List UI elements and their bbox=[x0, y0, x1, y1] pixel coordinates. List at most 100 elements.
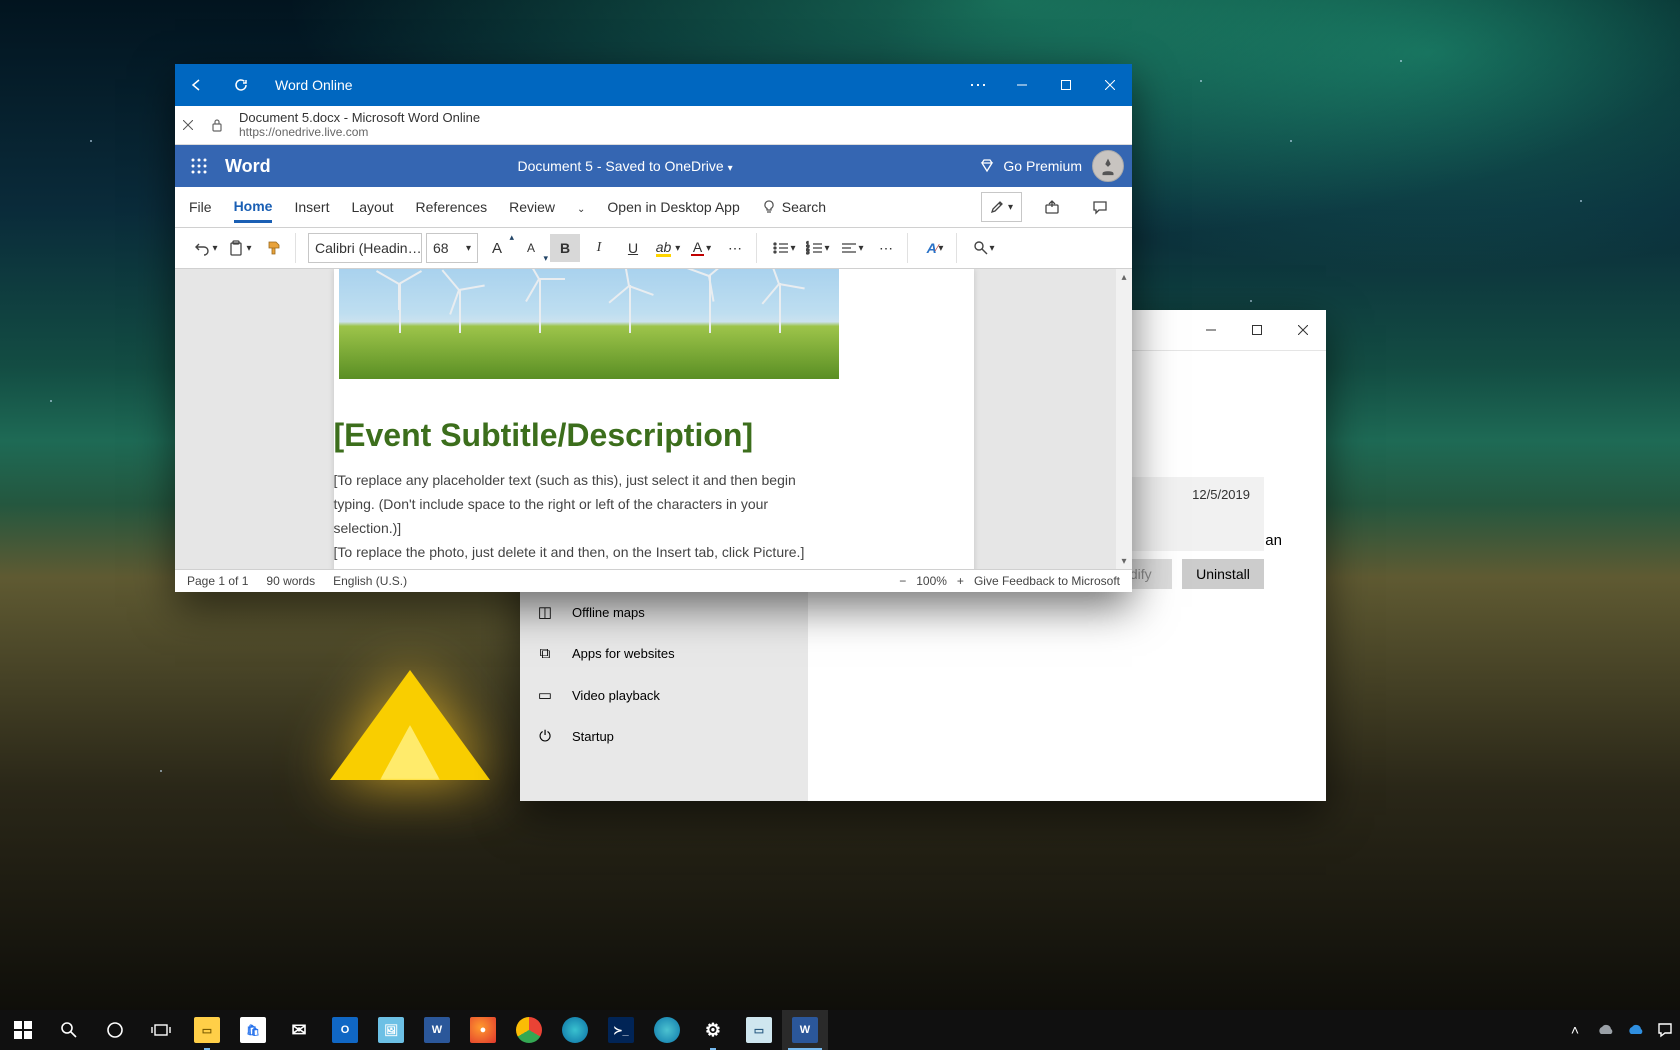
apps-websites-icon: ⧉ bbox=[536, 645, 554, 662]
nav-video-playback[interactable]: ▭ Video playback bbox=[520, 674, 808, 716]
word-count[interactable]: 90 words bbox=[266, 574, 315, 588]
page-indicator[interactable]: Page 1 of 1 bbox=[187, 574, 248, 588]
cortana-icon bbox=[106, 1021, 124, 1039]
vertical-scrollbar[interactable]: ▴ ▾ bbox=[1116, 269, 1132, 569]
feedback-link[interactable]: Give Feedback to Microsoft bbox=[974, 574, 1120, 588]
find-button[interactable]: ▾ bbox=[969, 234, 999, 262]
more-button[interactable]: ⋯ bbox=[956, 64, 1000, 106]
paste-button[interactable]: ▾ bbox=[225, 234, 255, 262]
go-premium-button[interactable]: Go Premium bbox=[979, 158, 1082, 174]
tab-close-icon[interactable] bbox=[183, 120, 203, 130]
font-size-dropdown[interactable]: 68▾ bbox=[426, 233, 478, 263]
scroll-down-icon[interactable]: ▾ bbox=[1116, 553, 1132, 569]
zoom-in-button[interactable]: + bbox=[957, 574, 964, 588]
nav-apps-websites[interactable]: ⧉ Apps for websites bbox=[520, 633, 808, 674]
bullets-button[interactable]: ▾ bbox=[769, 234, 799, 262]
hero-image[interactable] bbox=[339, 269, 839, 379]
uninstall-button[interactable]: Uninstall bbox=[1182, 559, 1264, 589]
maximize-button[interactable] bbox=[1044, 64, 1088, 106]
italic-button[interactable]: I bbox=[584, 234, 614, 262]
tab-insert[interactable]: Insert bbox=[294, 193, 329, 221]
doc-paragraph[interactable]: [To replace the photo, just delete it an… bbox=[334, 540, 824, 564]
taskbar-notepad[interactable]: ▭ bbox=[736, 1010, 782, 1050]
settings-maximize-button[interactable] bbox=[1234, 310, 1280, 350]
highlight-color-button[interactable]: ab▾ bbox=[652, 234, 682, 262]
lightbulb-icon bbox=[762, 200, 776, 214]
settings-close-button[interactable] bbox=[1280, 310, 1326, 350]
document-name[interactable]: Document 5 - Saved to OneDrive ▾ bbox=[281, 158, 970, 174]
shrink-font-button[interactable]: A▾ bbox=[516, 234, 546, 262]
language-indicator[interactable]: English (U.S.) bbox=[333, 574, 407, 588]
taskbar-settings[interactable]: ⚙ bbox=[690, 1010, 736, 1050]
cortana-button[interactable] bbox=[92, 1010, 138, 1050]
tray-overflow-icon[interactable]: ˄ bbox=[1560, 1010, 1590, 1050]
video-icon: ▭ bbox=[536, 686, 554, 704]
taskbar-terminal[interactable]: ≻_ bbox=[598, 1010, 644, 1050]
undo-button[interactable]: ▾ bbox=[191, 234, 221, 262]
tell-me-search[interactable]: Search bbox=[762, 193, 826, 221]
nav-offline-maps[interactable]: ◫ Offline maps bbox=[520, 591, 808, 633]
align-left-icon bbox=[840, 240, 858, 256]
taskbar-outlook[interactable]: O bbox=[322, 1010, 368, 1050]
document-canvas[interactable]: [Event Subtitle/Description] [To replace… bbox=[175, 269, 1132, 569]
zoom-level[interactable]: 100% bbox=[916, 574, 947, 588]
taskbar-edge-beta[interactable] bbox=[552, 1010, 598, 1050]
styles-button[interactable]: A⁄▾ bbox=[920, 234, 950, 262]
pencil-icon bbox=[990, 200, 1004, 214]
taskbar-edge-canary[interactable] bbox=[644, 1010, 690, 1050]
taskbar-store[interactable]: 🛍 bbox=[230, 1010, 276, 1050]
taskbar-mail[interactable]: ✉ bbox=[276, 1010, 322, 1050]
align-button[interactable]: ▾ bbox=[837, 234, 867, 262]
font-more-button[interactable]: ⋯ bbox=[720, 234, 750, 262]
ribbon-tabs: File Home Insert Layout References Revie… bbox=[175, 187, 1132, 228]
taskbar-firefox[interactable]: ● bbox=[460, 1010, 506, 1050]
doc-heading[interactable]: [Event Subtitle/Description] bbox=[334, 417, 914, 454]
tab-layout[interactable]: Layout bbox=[351, 193, 393, 221]
tab-references[interactable]: References bbox=[416, 193, 488, 221]
bold-button[interactable]: B bbox=[550, 234, 580, 262]
doc-paragraph[interactable]: [Need to add text? Get any text formatti… bbox=[334, 564, 824, 569]
editing-mode-button[interactable]: ▾ bbox=[981, 192, 1022, 222]
font-name-dropdown[interactable]: Calibri (Headin…▾ bbox=[308, 233, 422, 263]
doc-paragraph[interactable]: [To replace any placeholder text (such a… bbox=[334, 468, 824, 540]
zoom-out-button[interactable]: − bbox=[899, 574, 906, 588]
tab-file[interactable]: File bbox=[189, 193, 212, 221]
search-button[interactable] bbox=[46, 1010, 92, 1050]
numbering-button[interactable]: 123▾ bbox=[803, 234, 833, 262]
start-button[interactable] bbox=[0, 1010, 46, 1050]
scroll-up-icon[interactable]: ▴ bbox=[1116, 269, 1132, 285]
refresh-button[interactable] bbox=[219, 64, 263, 106]
tab-overflow[interactable]: ⌄ bbox=[577, 193, 585, 221]
tray-action-center-icon[interactable] bbox=[1650, 1010, 1680, 1050]
document-page[interactable]: [Event Subtitle/Description] [To replace… bbox=[334, 269, 974, 569]
taskbar-file-explorer[interactable]: ▭ bbox=[184, 1010, 230, 1050]
font-color-button[interactable]: A▾ bbox=[686, 234, 716, 262]
tab-review[interactable]: Review bbox=[509, 193, 555, 221]
tab-home[interactable]: Home bbox=[234, 192, 273, 223]
settings-minimize-button[interactable] bbox=[1188, 310, 1234, 350]
app-brand: Word bbox=[225, 156, 271, 177]
grow-font-button[interactable]: A▴ bbox=[482, 234, 512, 262]
underline-button[interactable]: U bbox=[618, 234, 648, 262]
minimize-button[interactable] bbox=[1000, 64, 1044, 106]
taskbar-word-online[interactable]: W bbox=[782, 1010, 828, 1050]
paragraph-more-button[interactable]: ⋯ bbox=[871, 234, 901, 262]
share-button[interactable] bbox=[1034, 190, 1070, 224]
back-button[interactable] bbox=[175, 64, 219, 106]
task-view-button[interactable] bbox=[138, 1010, 184, 1050]
tray-onedrive-icon[interactable] bbox=[1590, 1010, 1620, 1050]
taskbar-word[interactable]: W bbox=[414, 1010, 460, 1050]
tray-onedrive-blue-icon[interactable] bbox=[1620, 1010, 1650, 1050]
map-icon: ◫ bbox=[536, 603, 554, 621]
taskbar-photos[interactable]: 🖼 bbox=[368, 1010, 414, 1050]
avatar[interactable] bbox=[1092, 150, 1124, 182]
comments-button[interactable] bbox=[1082, 190, 1118, 224]
nav-label: Video playback bbox=[572, 688, 660, 703]
close-button[interactable] bbox=[1088, 64, 1132, 106]
nav-startup[interactable]: ⏻ Startup bbox=[520, 716, 808, 757]
taskbar-chrome[interactable] bbox=[506, 1010, 552, 1050]
format-painter-button[interactable] bbox=[259, 234, 289, 262]
open-in-desktop-app[interactable]: Open in Desktop App bbox=[607, 193, 739, 221]
app-launcher-icon[interactable] bbox=[183, 150, 215, 182]
tab-title: Document 5.docx - Microsoft Word Online bbox=[239, 110, 480, 125]
